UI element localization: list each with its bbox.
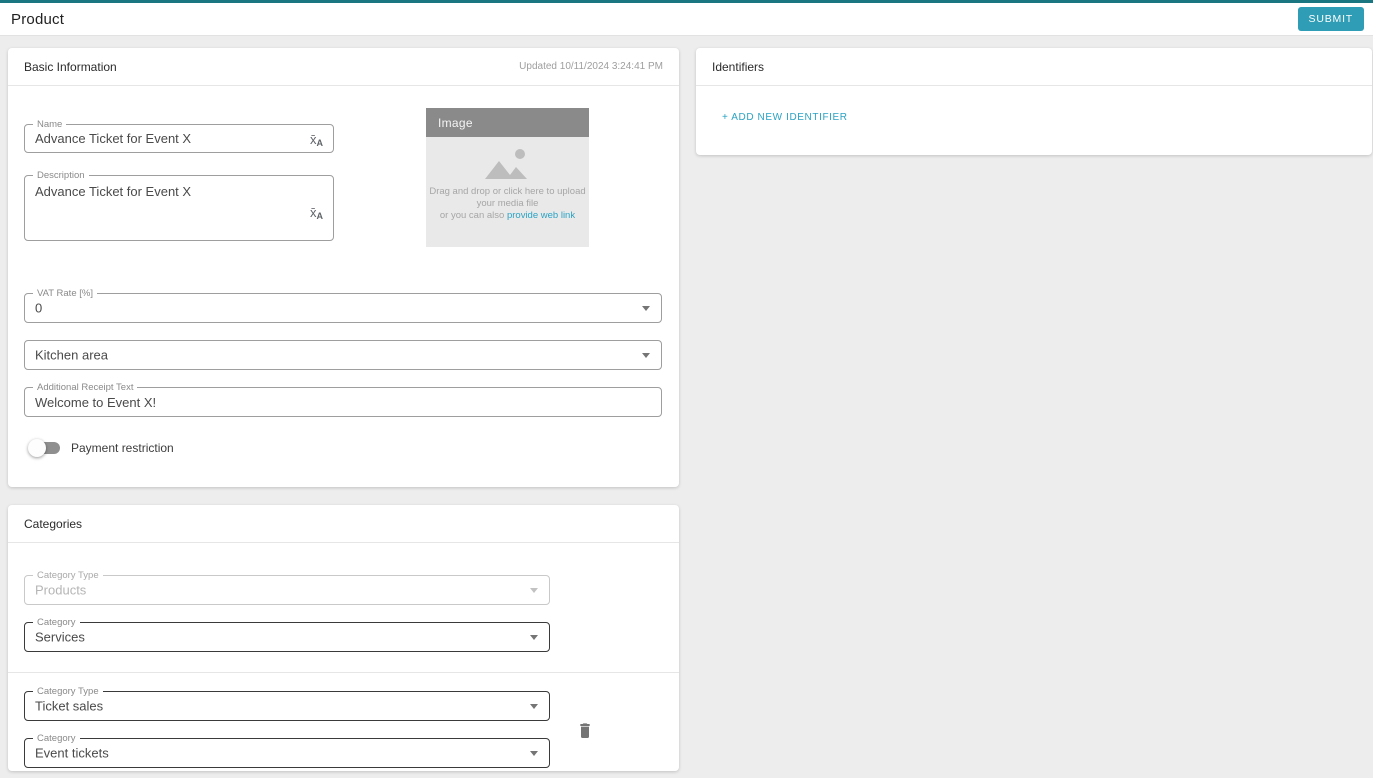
dropdown-caret-icon (530, 635, 538, 640)
payment-restriction-row: Payment restriction (28, 438, 174, 458)
translate-icon[interactable]: x̄A (310, 206, 323, 223)
payment-restriction-toggle[interactable] (28, 439, 61, 457)
identifiers-card: Identifiers + ADD NEW IDENTIFIER (696, 48, 1372, 155)
translate-icon[interactable]: x̄A (310, 133, 323, 150)
app-header: Product SUBMIT (0, 3, 1373, 36)
basic-information-card: Basic Information Updated 10/11/2024 3:2… (8, 48, 679, 487)
description-input[interactable]: Advance Ticket for Event X (25, 176, 333, 240)
basic-information-header: Basic Information Updated 10/11/2024 3:2… (8, 48, 679, 86)
description-field[interactable]: Description Advance Ticket for Event X x… (24, 170, 334, 241)
name-field-label: Name (33, 119, 67, 130)
submit-button[interactable]: SUBMIT (1297, 7, 1364, 31)
category-type-value: Products (35, 582, 87, 598)
additional-receipt-text-field[interactable]: Additional Receipt Text (24, 382, 662, 417)
dropdown-caret-icon (530, 588, 538, 593)
image-widget-title: Image (426, 108, 589, 137)
updated-timestamp: Updated 10/11/2024 3:24:41 PM (519, 61, 663, 72)
dropdown-caret-icon (530, 751, 538, 756)
category-label: Category (33, 733, 80, 744)
provide-web-link[interactable]: provide web link (507, 210, 575, 221)
category-type-label: Category Type (33, 686, 103, 697)
dropdown-caret-icon (642, 306, 650, 311)
add-new-identifier-button[interactable]: + ADD NEW IDENTIFIER (722, 112, 848, 123)
dropzone-text-line2: your media file (476, 198, 539, 209)
delete-category-button[interactable] (574, 720, 596, 742)
identifiers-header: Identifiers (696, 48, 1372, 86)
category-type-select[interactable]: Category Type Ticket sales (24, 686, 550, 721)
category-select[interactable]: Category Services (24, 617, 550, 652)
additional-receipt-text-label: Additional Receipt Text (33, 382, 138, 393)
payment-restriction-label: Payment restriction (71, 441, 174, 455)
area-select[interactable]: Kitchen area (24, 340, 662, 370)
category-type-select-disabled: Category Type Products (24, 570, 550, 605)
description-field-label: Description (33, 170, 89, 181)
category-type-label: Category Type (33, 570, 103, 581)
category-type-value: Ticket sales (35, 698, 104, 714)
category-select[interactable]: Category Event tickets (24, 733, 550, 768)
categories-title: Categories (24, 516, 83, 531)
name-field[interactable]: Name x̄A (24, 119, 334, 153)
vat-rate-label: VAT Rate [%] (33, 288, 97, 299)
identifiers-title: Identifiers (712, 59, 765, 74)
vat-rate-value: 0 (35, 300, 43, 316)
image-placeholder-icon (484, 149, 527, 179)
image-upload-widget: Image Drag and drop or click here to upl… (426, 108, 589, 247)
image-dropzone[interactable]: Drag and drop or click here to upload yo… (426, 137, 589, 247)
toggle-thumb (28, 439, 46, 457)
vat-rate-select[interactable]: VAT Rate [%] 0 (24, 288, 662, 323)
dropzone-text-line3: or you can also provide web link (439, 210, 576, 221)
dropdown-caret-icon (530, 704, 538, 709)
categories-header: Categories (8, 505, 679, 543)
category-value: Event tickets (35, 745, 109, 761)
dropzone-text-line1: Drag and drop or click here to upload (429, 186, 586, 197)
categories-card: Categories Category Type Products Catego… (8, 505, 679, 771)
trash-icon (580, 722, 590, 738)
page-title: Product (11, 10, 65, 28)
category-group-divider (8, 672, 679, 673)
dropdown-caret-icon (642, 353, 650, 358)
name-input[interactable] (25, 125, 333, 152)
category-value: Services (35, 629, 85, 645)
basic-information-title: Basic Information (24, 59, 117, 74)
area-value: Kitchen area (35, 347, 108, 363)
category-label: Category (33, 617, 80, 628)
